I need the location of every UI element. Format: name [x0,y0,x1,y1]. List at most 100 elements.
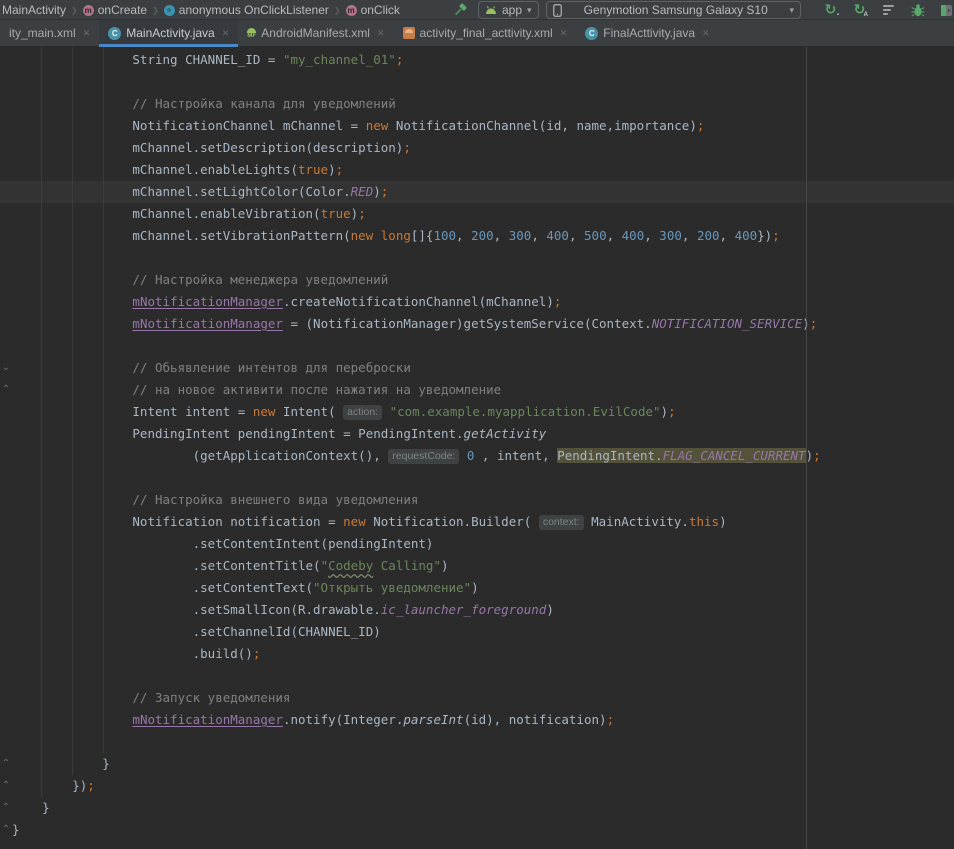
code-line[interactable]: mChannel.enableLights(true); [0,159,954,181]
code-token: 400 [622,228,645,243]
close-icon[interactable]: ✕ [377,28,385,39]
code-token: "Открыть уведомление" [313,580,471,595]
code-token: 200 [471,228,494,243]
fold-end-icon[interactable]: ⌃ [1,776,11,796]
code-line[interactable]: .setContentText("Открыть уведомление") [0,577,954,599]
code-line[interactable]: mChannel.setVibrationPattern(new long[]{… [0,225,954,247]
debug-button[interactable] [909,2,926,19]
fold-end-icon[interactable]: ⌃ [1,754,11,774]
tab-androidmanifest-xml[interactable]: MF AndroidManifest.xml ✕ [238,20,393,46]
code-token: long [381,228,411,243]
apply-changes-restart-button[interactable]: ↻ ▪ [822,2,839,19]
code-token: new [253,404,276,419]
code-token: true [298,162,328,177]
code-token: 400 [735,228,758,243]
breadcrumb-item-mainactivity[interactable]: MainActivity [2,3,66,17]
code-line[interactable]: mChannel.setDescription(description); [0,137,954,159]
code-line[interactable]: mChannel.setLightColor(Color.RED); [0,181,954,203]
debug-bug-icon [911,3,925,18]
code-line[interactable]: // на новое активити после нажатия на ув… [0,379,954,401]
code-line[interactable]: Intent intent = new Intent( action: "com… [0,401,954,423]
code-token: mNotificationManager [132,712,283,727]
attach-debugger-button[interactable] [938,2,954,19]
android-icon [485,6,497,15]
tab-finalacttivity-java[interactable]: C FinalActtivity.java ✕ [576,20,718,46]
code-line[interactable]: // Обьявление интентов для переброски [0,357,954,379]
fold-gutter: ⌄⌃⌃⌃⌃⌃ [0,49,12,849]
code-token: mChannel.enableLights( [12,162,298,177]
code-token: ic_launcher_foreground [381,602,547,617]
run-config-dropdown[interactable]: app ▾ [478,1,539,19]
code-token: MainActivity. [584,514,689,529]
code-line[interactable]: (getApplicationContext(), requestCode: 0… [0,445,954,467]
tab-activity-final-acttivity-xml[interactable]: activity_final_acttivity.xml ✕ [394,20,577,46]
code-line[interactable]: mNotificationManager.notify(Integer.pars… [0,709,954,731]
profiler-icon [883,5,894,15]
breadcrumb-label: onCreate [98,3,147,17]
code-token: ; [253,646,261,661]
method-icon: m [83,5,94,16]
code-token: , [569,228,584,243]
breadcrumb-item-anonymous-listener[interactable]: anonymous OnClickListener [164,3,329,17]
close-icon[interactable]: ✕ [560,28,568,39]
code-line[interactable]: // Настройка внешнего вида уведомления [0,489,954,511]
code-line[interactable] [0,731,954,753]
code-token: mChannel.setDescription(description) [12,140,403,155]
code-line[interactable]: mNotificationManager = (NotificationMana… [0,313,954,335]
code-line[interactable]: NotificationChannel mChannel = new Notif… [0,115,954,137]
code-line[interactable]: .setChannelId(CHANNEL_ID) [0,621,954,643]
tab-label: activity_final_acttivity.xml [420,26,553,40]
code-line[interactable]: .setContentTitle("Codeby Calling") [0,555,954,577]
code-line[interactable] [0,71,954,93]
code-line[interactable]: }); [0,775,954,797]
close-icon[interactable]: ✕ [83,28,91,39]
code-line[interactable]: mChannel.enableVibration(true); [0,203,954,225]
tab-label: AndroidManifest.xml [261,26,370,40]
tab-mainactivity-java[interactable]: C MainActivity.java ✕ [99,20,238,46]
code-line[interactable]: .setContentIntent(pendingIntent) [0,533,954,555]
close-icon[interactable]: ✕ [222,28,230,39]
code-line[interactable] [0,665,954,687]
code-line[interactable]: PendingIntent pendingIntent = PendingInt… [0,423,954,445]
code-line[interactable]: .build(); [0,643,954,665]
code-line[interactable]: } [0,753,954,775]
code-line[interactable]: // Настройка менеджера уведомлений [0,269,954,291]
close-icon[interactable]: ✕ [702,28,710,39]
breadcrumb-item-oncreate[interactable]: m onCreate [83,3,147,17]
code-token: ) [471,580,479,595]
code-token: mChannel.setVibrationPattern( [12,228,351,243]
code-token: new [351,228,374,243]
code-area[interactable]: String CHANNEL_ID = "my_channel_01"; // … [0,49,954,841]
code-line[interactable] [0,247,954,269]
code-token: getActivity [464,426,547,441]
fold-end-icon[interactable]: ⌃ [1,380,11,400]
code-line[interactable] [0,467,954,489]
fold-end-icon[interactable]: ⌃ [1,798,11,818]
code-line[interactable]: // Настройка канала для уведомлений [0,93,954,115]
fold-end-icon[interactable]: ⌃ [1,820,11,840]
code-line[interactable]: } [0,819,954,841]
code-line[interactable]: mNotificationManager.createNotificationC… [0,291,954,313]
attach-debugger-icon [939,3,954,18]
tab-activity-main-xml[interactable]: ity_main.xml ✕ [0,20,99,46]
code-line[interactable] [0,335,954,357]
code-line[interactable]: } [0,797,954,819]
code-token: ; [813,448,821,463]
device-dropdown[interactable]: Genymotion Samsung Galaxy S10 ▾ [546,1,801,19]
fold-start-icon[interactable]: ⌄ [1,358,11,378]
code-token: (getApplicationContext(), [12,448,388,463]
code-line[interactable]: // Запуск уведомления [0,687,954,709]
apply-code-changes-button[interactable]: ↻ A [851,2,868,19]
editor[interactable]: String CHANNEL_ID = "my_channel_01"; // … [0,47,954,849]
breadcrumb-item-onclick[interactable]: m onClick [346,3,400,17]
code-line[interactable]: .setSmallIcon(R.drawable.ic_launcher_for… [0,599,954,621]
profiler-button[interactable] [880,2,897,19]
code-line[interactable]: Notification notification = new Notifica… [0,511,954,533]
tab-label: FinalActtivity.java [603,26,695,40]
code-token: ; [554,294,562,309]
code-token: ) [661,404,669,419]
code-token: Notification.Builder( [366,514,539,529]
code-line[interactable]: String CHANNEL_ID = "my_channel_01"; [0,49,954,71]
code-token: String CHANNEL_ID = [12,52,283,67]
code-token: ; [381,184,389,199]
